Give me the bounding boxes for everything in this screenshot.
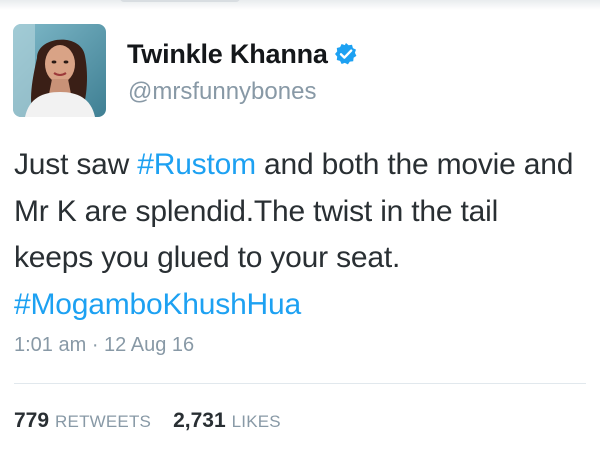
author-name-row[interactable]: Twinkle Khanna xyxy=(127,32,358,76)
engagement-stats: 779 RETWEETS 2,731 LIKES xyxy=(14,409,303,433)
author-handle[interactable]: @mrsfunnybones xyxy=(128,78,316,106)
tweet-text-segment: Just saw xyxy=(14,148,138,181)
hashtag-mogambokhushhua-link[interactable]: #MogamboKhushHua xyxy=(14,288,301,321)
tweet-timestamp[interactable]: 1:01 am · 12 Aug 16 xyxy=(14,334,194,357)
retweets-stat[interactable]: 779 RETWEETS xyxy=(14,409,151,433)
avatar-image xyxy=(13,24,106,117)
likes-stat[interactable]: 2,731 LIKES xyxy=(173,409,281,433)
retweets-label: RETWEETS xyxy=(55,412,152,431)
author-display-name[interactable]: Twinkle Khanna xyxy=(127,39,328,70)
avatar[interactable] xyxy=(13,24,106,117)
previous-tweet-fragment xyxy=(120,0,240,2)
likes-count: 2,731 xyxy=(173,409,226,432)
divider xyxy=(14,383,586,384)
previous-tweet-edge xyxy=(0,0,600,10)
hashtag-rustom-link[interactable]: #Rustom xyxy=(137,148,256,181)
tweet-text: Just saw #Rustom and both the movie and … xyxy=(14,142,574,328)
verified-badge-icon xyxy=(334,42,358,66)
likes-label: LIKES xyxy=(231,412,281,431)
retweets-count: 779 xyxy=(14,409,50,432)
